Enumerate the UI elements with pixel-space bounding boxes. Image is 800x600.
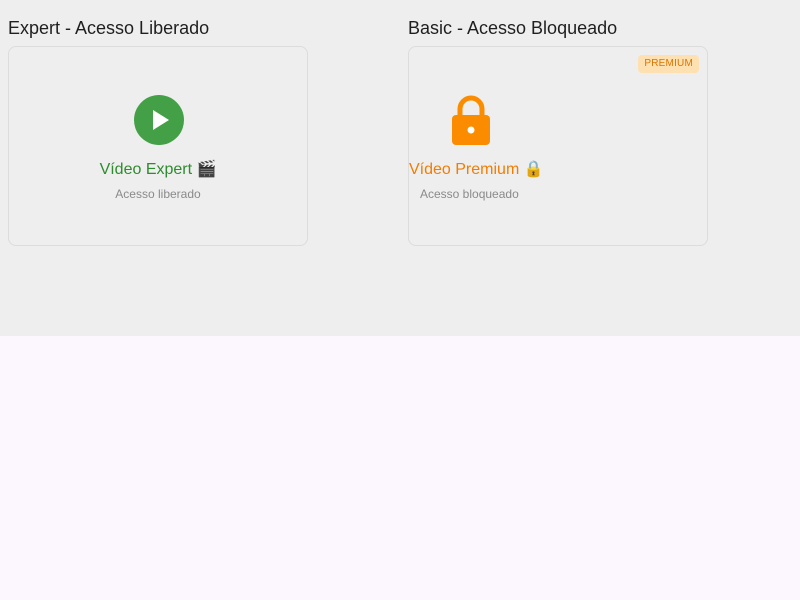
lock-icon xyxy=(445,92,497,148)
basic-section: Basic - Acesso Bloqueado PREMIUM Vídeo P… xyxy=(408,16,708,246)
access-status: Acesso liberado xyxy=(115,187,201,201)
premium-badge: PREMIUM xyxy=(638,55,699,73)
expert-section: Expert - Acesso Liberado Vídeo Expert 🎬 … xyxy=(8,16,308,246)
video-title: Vídeo Expert 🎬 xyxy=(99,161,217,178)
access-status: Acesso bloqueado xyxy=(420,187,519,201)
play-circle-icon xyxy=(133,94,185,146)
section-title: Expert - Acesso Liberado xyxy=(8,18,210,38)
video-card-expert[interactable]: Vídeo Expert 🎬 Acesso liberado xyxy=(8,46,308,246)
video-title: Vídeo Premium 🔒 xyxy=(409,161,544,178)
section-title: Basic - Acesso Bloqueado xyxy=(408,18,618,38)
content-area: Expert - Acesso Liberado Vídeo Expert 🎬 … xyxy=(0,0,800,336)
video-card-premium[interactable]: PREMIUM Vídeo Premium 🔒 Acesso bloqueado xyxy=(408,46,708,246)
